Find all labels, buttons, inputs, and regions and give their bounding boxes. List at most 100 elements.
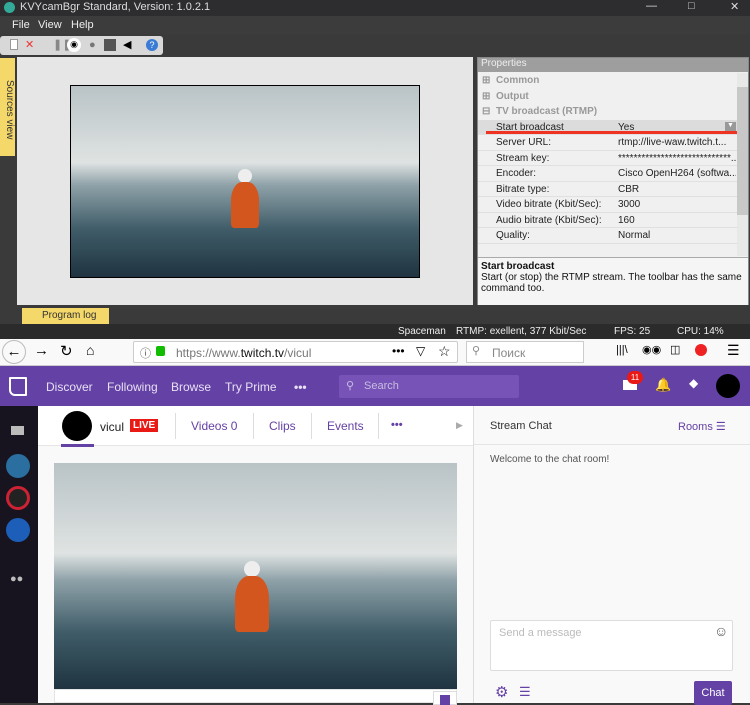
private-mask-icon[interactable]: ◉◉	[642, 343, 661, 356]
notification-badge: 11	[627, 371, 643, 384]
pocket-icon[interactable]: ▽	[416, 344, 425, 358]
channel-name[interactable]: vicul	[100, 420, 124, 434]
audio-icon[interactable]: ◀	[123, 39, 131, 51]
property-value[interactable]: rtmp://live-waw.twitch.t...	[618, 137, 736, 148]
channel-avatar-3[interactable]	[6, 518, 30, 542]
properties-scrollbar[interactable]	[737, 73, 748, 256]
tab-events[interactable]: Events	[327, 419, 364, 433]
left-sidebar: ●●	[0, 406, 38, 703]
property-row[interactable]: Encoder: Cisco OpenH264 (softwa...	[478, 166, 737, 182]
user-avatar[interactable]	[716, 374, 740, 398]
bell-icon[interactable]: 🔔	[655, 377, 671, 393]
property-value[interactable]: *****************************...	[618, 153, 736, 164]
info-icon[interactable]: ⓘ	[140, 345, 151, 361]
properties-panel: Properties ⊞ Common ⊞ Output ⊟ TV broadcast…	[477, 57, 749, 305]
help-icon[interactable]: ?	[146, 39, 158, 51]
program-log-tab[interactable]: Program log	[22, 308, 109, 324]
property-row[interactable]: Bitrate type: CBR	[478, 182, 737, 197]
tab-videos[interactable]: Videos 0	[191, 419, 237, 433]
window-title: KVYcamBgr Standard, Version: 1.0.2.1	[20, 1, 211, 13]
reload-button[interactable]: ↻	[60, 342, 73, 360]
maximize-button[interactable]: □	[688, 0, 695, 12]
back-button[interactable]: ←	[2, 340, 26, 364]
property-key: Bitrate type:	[496, 183, 550, 195]
preview-image	[70, 85, 420, 278]
property-row[interactable]: Quality: Normal	[478, 228, 737, 244]
menu-view[interactable]: View	[38, 19, 62, 31]
property-row[interactable]: Audio bitrate (Kbit/Sec): 160	[478, 213, 737, 228]
property-value[interactable]: 3000	[618, 199, 736, 210]
property-value[interactable]: Cisco OpenH264 (softwa...	[618, 168, 736, 179]
record-icon[interactable]: ●	[89, 39, 96, 51]
status-rtmp: RTMP: exellent, 377 Kbit/Sec	[456, 326, 587, 337]
chat-input[interactable]: Send a message ☺	[490, 620, 733, 671]
video-player[interactable]	[54, 463, 457, 689]
chat-panel: Stream Chat Rooms ☰ Welcome to the chat …	[473, 406, 750, 705]
channel-avatar-1[interactable]	[6, 454, 30, 478]
channel-avatar-2[interactable]	[6, 486, 30, 510]
status-fps: FPS: 25	[614, 326, 651, 337]
property-value[interactable]: 160	[618, 215, 736, 226]
close-button[interactable]: ✕	[730, 0, 739, 13]
broadcast-icon[interactable]: ◉	[67, 38, 81, 52]
new-icon[interactable]	[10, 39, 18, 50]
stop-icon[interactable]	[104, 39, 116, 51]
more-tabs-icon[interactable]: •••	[391, 419, 403, 431]
bookmark-star-icon[interactable]: ☆	[438, 343, 451, 360]
chat-title: Stream Chat	[490, 420, 552, 432]
property-description: Start broadcast Start (or stop) the RTMP…	[478, 257, 748, 305]
nav-try-prime[interactable]: Try Prime	[225, 380, 277, 394]
rooms-button[interactable]: Rooms ☰	[678, 420, 726, 433]
sidebar-icon[interactable]: ◫	[670, 343, 680, 356]
channel-header: vicul LIVE Videos 0 Clips Events ••• ▶	[38, 406, 473, 447]
property-row[interactable]: Video bitrate (Kbit/Sec): 3000	[478, 197, 737, 213]
friends-icon[interactable]: ●●	[10, 573, 23, 585]
properties-title: Properties	[478, 58, 748, 72]
minimize-button[interactable]: —	[646, 0, 657, 12]
sources-view-tab[interactable]: Sources view	[0, 58, 15, 156]
twitch-search-input[interactable]: ⚲ Search	[339, 375, 519, 398]
library-icon[interactable]: |||\	[616, 344, 628, 356]
scroll-right-icon[interactable]: ▶	[456, 420, 463, 431]
annotation-underline	[486, 131, 744, 134]
group-tv-broadcast[interactable]: ⊟ TV broadcast (RTMP)	[478, 104, 737, 120]
menu-icon[interactable]: ☰	[727, 342, 740, 359]
browser-search[interactable]: ⚲ Поиск	[466, 341, 584, 363]
viewer-list-icon[interactable]: ☰	[519, 684, 531, 700]
nav-browse[interactable]: Browse	[171, 380, 211, 394]
nav-discover[interactable]: Discover	[46, 380, 93, 394]
twitch-logo-icon[interactable]	[9, 377, 27, 396]
menu-help[interactable]: Help	[71, 19, 94, 31]
property-value[interactable]: CBR	[618, 184, 736, 195]
nav-following[interactable]: Following	[107, 380, 158, 394]
channel-avatar[interactable]	[62, 411, 92, 441]
twitch-nav: Discover Following Browse Try Prime ••• …	[0, 366, 750, 406]
preview-panel	[17, 57, 473, 305]
delete-icon[interactable]: ✕	[25, 39, 34, 51]
addon-icon[interactable]	[695, 344, 707, 356]
nav-more-icon[interactable]: •••	[294, 380, 307, 394]
home-button[interactable]: ⌂	[86, 342, 94, 358]
camera-icon[interactable]	[11, 426, 24, 435]
status-bar: Spaceman RTMP: exellent, 377 Kbit/Sec FP…	[0, 324, 750, 339]
menu-file[interactable]: File	[12, 19, 30, 31]
url-bar[interactable]: ⓘ https://www.twitch.tv/vicul ••• ▽ ☆	[133, 341, 458, 363]
page-actions-icon[interactable]: •••	[392, 344, 405, 358]
emoji-icon[interactable]: ☺	[714, 623, 728, 639]
property-key: Video bitrate (Kbit/Sec):	[496, 199, 602, 210]
group-common[interactable]: ⊞ Common	[478, 73, 737, 89]
settings-gear-icon[interactable]: ⚙	[495, 683, 508, 701]
property-row[interactable]: Stream key: *****************************…	[478, 151, 737, 166]
lock-icon	[156, 346, 165, 356]
chat-send-button[interactable]: Chat	[694, 681, 732, 705]
property-key: Quality:	[496, 230, 530, 241]
app-icon	[4, 2, 15, 13]
property-value[interactable]: Normal	[618, 230, 736, 241]
forward-button[interactable]: →	[34, 342, 49, 359]
property-row[interactable]: Server URL: rtmp://live-waw.twitch.t...	[478, 135, 737, 151]
live-badge: LIVE	[130, 419, 159, 432]
search-icon: ⚲	[346, 380, 355, 392]
tab-clips[interactable]: Clips	[269, 419, 296, 433]
group-output[interactable]: ⊞ Output	[478, 89, 737, 105]
bits-icon[interactable]: ◆	[689, 376, 698, 390]
